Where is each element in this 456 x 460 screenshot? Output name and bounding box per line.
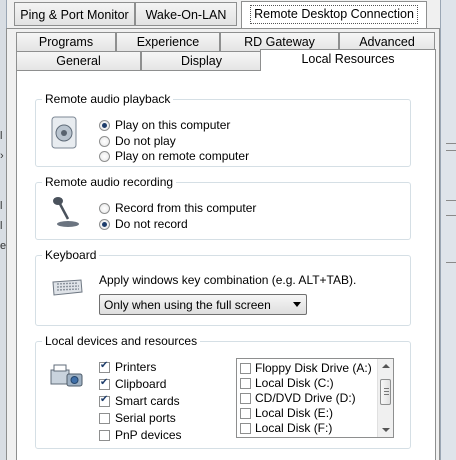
checkbox-label: Clipboard: [115, 377, 167, 391]
drive-label: Floppy Disk Drive (A:): [255, 361, 372, 375]
speaker-icon: [51, 116, 77, 149]
radio-play-on-this-computer[interactable]: [99, 120, 110, 131]
checkbox-drive-e[interactable]: [240, 408, 251, 419]
scrollbar-thumb[interactable]: [380, 379, 391, 405]
tab-display[interactable]: Display: [141, 51, 262, 71]
background-window-right-edge: [440, 0, 456, 460]
drives-scrollbar[interactable]: [377, 359, 393, 437]
checkbox-serial-ports[interactable]: [99, 413, 110, 424]
drive-label: Local Disk (C:): [255, 376, 334, 390]
local-devices-group: Local devices and resources Printers Cli…: [35, 334, 411, 449]
audio-playback-title: Remote audio playback: [42, 92, 174, 106]
drives-list[interactable]: Floppy Disk Drive (A:) Local Disk (C:) C…: [236, 358, 394, 438]
background-glyph: l: [0, 130, 3, 142]
radio-record-from-this-computer[interactable]: [99, 203, 110, 214]
tab-programs[interactable]: Programs: [16, 32, 116, 51]
radio-do-not-play[interactable]: [99, 136, 110, 147]
tab-wake-on-lan[interactable]: Wake-On-LAN: [135, 2, 237, 26]
checkbox-drive-c[interactable]: [240, 378, 251, 389]
tab-label: Remote Desktop Connection: [250, 5, 418, 24]
keyboard-group: Keyboard Apply windows key combination (…: [35, 248, 411, 326]
radio-label: Do not play: [115, 134, 176, 148]
audio-recording-group: Remote audio recording Record from this …: [35, 175, 411, 240]
microphone-icon: [53, 197, 79, 227]
checkbox-smart-cards[interactable]: [99, 394, 110, 407]
checkbox-label: Serial ports: [115, 411, 176, 425]
checkbox-label: Printers: [115, 360, 157, 374]
audio-recording-title: Remote audio recording: [42, 175, 177, 189]
keyboard-combination-dropdown[interactable]: Only when using the full screen: [99, 294, 307, 315]
background-glyph: l: [0, 220, 3, 232]
radio-label: Do not record: [115, 217, 188, 231]
background-glyph: l: [0, 200, 3, 212]
keyboard-description: Apply windows key combination (e.g. ALT+…: [99, 273, 357, 287]
dropdown-value: Only when using the full screen: [104, 298, 271, 312]
radio-do-not-record[interactable]: [99, 219, 110, 230]
drive-label: Local Disk (E:): [255, 406, 334, 420]
checkbox-pnp-devices[interactable]: [99, 430, 110, 441]
tab-ping-port-monitor[interactable]: Ping & Port Monitor: [14, 2, 135, 26]
radio-label: Play on remote computer: [115, 149, 250, 163]
checkbox-clipboard[interactable]: [99, 377, 110, 390]
checkbox-drive-d[interactable]: [240, 393, 251, 404]
drive-label: Local Disk (F:): [255, 421, 333, 435]
checkbox-drive-a[interactable]: [240, 363, 251, 374]
scroll-down-icon[interactable]: [382, 428, 390, 432]
local-devices-title: Local devices and resources: [42, 334, 201, 348]
tab-local-resources[interactable]: Local Resources: [260, 49, 436, 71]
background-glyph: ›: [0, 150, 4, 162]
tab-experience[interactable]: Experience: [116, 32, 220, 51]
tab-remote-desktop-connection[interactable]: Remote Desktop Connection: [241, 1, 427, 28]
checkbox-printers[interactable]: [99, 360, 110, 373]
drive-label: CD/DVD Drive (D:): [255, 391, 356, 405]
devices-icon: [50, 364, 83, 387]
checkbox-label: PnP devices: [115, 428, 182, 442]
radio-play-on-remote-computer[interactable]: [99, 151, 110, 162]
keyboard-title: Keyboard: [42, 248, 100, 262]
local-resources-panel: Remote audio playback Play on this compu…: [16, 70, 436, 460]
checkbox-drive-f[interactable]: [240, 423, 251, 434]
tab-general[interactable]: General: [16, 51, 141, 71]
radio-label: Record from this computer: [115, 201, 257, 215]
radio-label: Play on this computer: [115, 118, 231, 132]
checkbox-label: Smart cards: [115, 394, 180, 408]
keyboard-icon: [52, 279, 83, 296]
scroll-up-icon[interactable]: [382, 364, 390, 368]
audio-playback-group: Remote audio playback Play on this compu…: [35, 92, 411, 167]
chevron-down-icon: [293, 302, 301, 307]
